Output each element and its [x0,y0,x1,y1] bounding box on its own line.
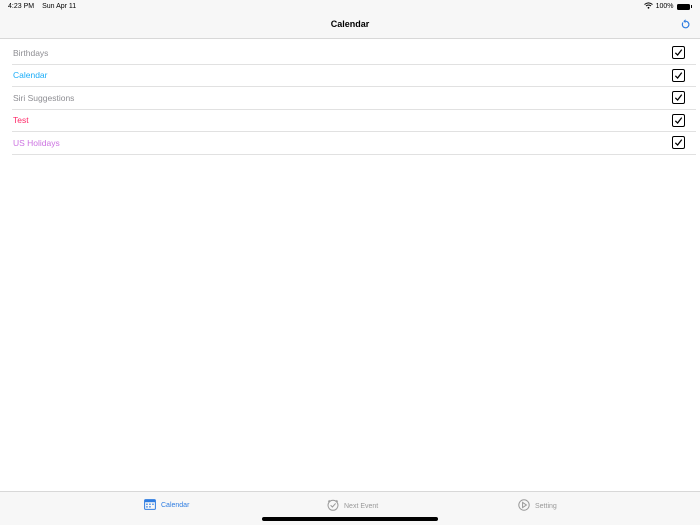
refresh-icon [680,17,691,35]
calendar-name: Test [13,115,29,126]
calendar-name: US Holidays [13,137,60,148]
tab-label: Calendar [161,502,190,509]
refresh-button[interactable] [678,19,692,33]
battery-icon [676,3,690,10]
list-item[interactable]: US Holidays [12,132,696,155]
checkmark-icon [674,71,683,79]
battery-percent: 100% [655,3,674,10]
checkmark-icon [674,139,683,146]
home-indicator[interactable] [262,517,438,521]
calendar-name: Calendar [13,70,48,81]
tab-calendar[interactable]: Calendar [144,499,189,512]
status-time: 4:23 PM [8,3,35,10]
wifi-icon [643,2,653,11]
calendar-checkbox[interactable] [672,136,685,149]
calendar-checkbox[interactable] [672,91,685,104]
status-left: 4:23 PM Sun Apr 11 [8,3,76,10]
list-item[interactable]: Calendar [12,65,696,87]
checkmark-icon [674,49,683,56]
calendar-list: Birthdays Calendar Siri Suggestions Test… [12,42,696,155]
battery-tip [690,5,692,8]
calendar-icon [144,499,156,512]
play-circle-icon [518,499,530,513]
page-title: Calendar [330,19,370,29]
calendar-name: Birthdays [13,47,49,58]
list-item[interactable]: Siri Suggestions [12,87,696,110]
list-item[interactable]: Birthdays [12,42,696,65]
tab-label: Setting [535,502,557,510]
calendar-name: Siri Suggestions [13,92,75,103]
list-item[interactable]: Test [12,110,696,132]
status-bar: 4:23 PM Sun Apr 11 100% [0,0,700,14]
navigation-bar: Calendar [0,14,700,39]
calendar-checkbox[interactable] [672,68,685,82]
checkmark-icon [674,94,683,101]
battery-fill [677,4,689,9]
status-right: 100% [643,2,692,11]
tab-next-event[interactable]: Next Event [327,499,378,513]
tab-label: Next Event [344,502,379,510]
calendar-checkbox[interactable] [672,113,685,127]
calendar-checkbox[interactable] [672,46,685,59]
status-date: Sun Apr 11 [42,3,77,10]
clock-icon [327,499,339,513]
checkmark-icon [674,116,683,124]
tab-setting[interactable]: Setting [518,499,557,513]
